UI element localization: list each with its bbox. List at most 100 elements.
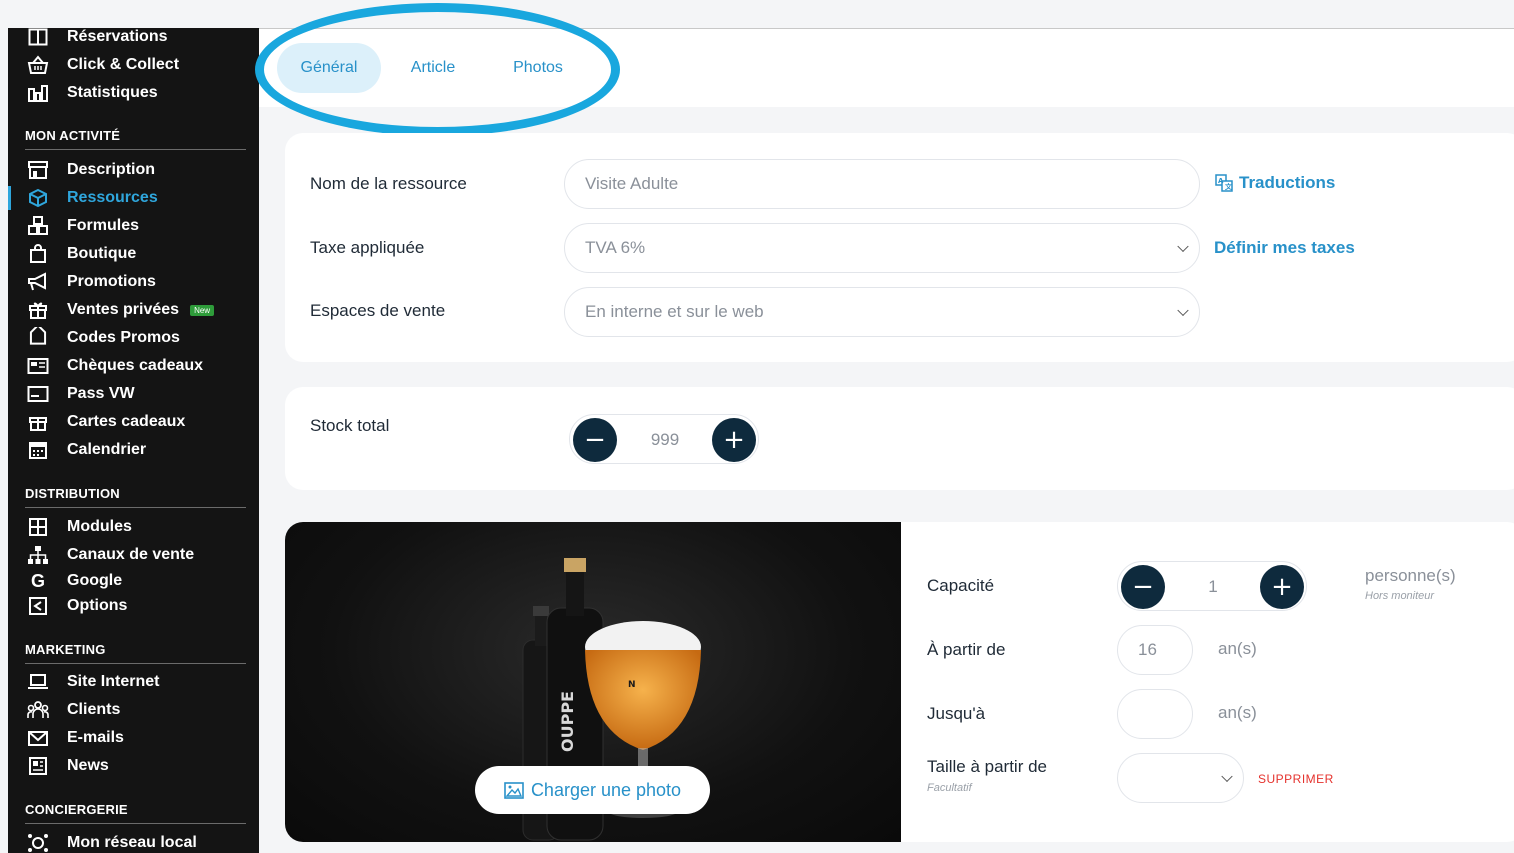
sidebar-item-label: Pass VW (67, 385, 135, 402)
age-to-label: Jusqu'à (927, 704, 986, 723)
voucher-icon (25, 355, 51, 377)
gift-card-icon (25, 411, 51, 433)
cube-icon (25, 187, 51, 209)
sidebar-item-label: Statistiques (67, 84, 158, 101)
capacity-decrement-button[interactable]: − (1121, 565, 1165, 609)
sidebar-item-label: News (67, 757, 109, 774)
tax-select-value: TVA 6% (585, 238, 646, 257)
sidebar-item-emails[interactable]: E-mails (8, 725, 124, 751)
sidebar-item-ressources[interactable]: Ressources (8, 185, 158, 211)
users-icon (25, 699, 51, 721)
sidebar-item-label: Boutique (67, 245, 137, 262)
sidebar-item-description[interactable]: Description (8, 157, 155, 183)
envelope-icon (25, 727, 51, 749)
sidebar-item-ventes-privees[interactable]: Ventes privées New (8, 297, 215, 323)
gift-icon (25, 299, 51, 321)
sidebar-item-cheques-cadeaux[interactable]: Chèques cadeaux (8, 353, 203, 379)
name-label: Nom de la ressource (310, 174, 467, 193)
sidebar-item-news[interactable]: News (8, 753, 109, 779)
newspaper-icon (25, 755, 51, 777)
section-title-marketing: MARKETING (25, 642, 246, 664)
sidebar-item-click-collect[interactable]: Click & Collect (8, 52, 179, 78)
storefront-icon (25, 159, 51, 181)
tax-select[interactable]: TVA 6% (564, 223, 1200, 273)
grid-icon (25, 516, 51, 538)
translations-link-label: Traductions (1239, 173, 1336, 192)
sidebar-item-modules[interactable]: Modules (8, 514, 132, 540)
sidebar-item-label: Réservations (67, 28, 168, 45)
pass-card-icon (25, 383, 51, 405)
sidebar-item-google[interactable]: G Google (8, 568, 122, 594)
sidebar-item-pass-vw[interactable]: Pass VW (8, 381, 135, 407)
bottle-label: OUPPE (558, 691, 577, 752)
new-badge: New (190, 304, 215, 316)
sidebar-item-options[interactable]: Options (8, 593, 127, 619)
sidebar-item-label: Click & Collect (67, 56, 180, 73)
stock-card (285, 387, 1514, 490)
stock-decrement-button[interactable]: − (573, 418, 617, 462)
sidebar-item-promotions[interactable]: Promotions (8, 269, 156, 295)
sales-spaces-select[interactable]: En interne et sur le web (564, 287, 1200, 337)
sidebar-item-label: Chèques cadeaux (67, 357, 204, 374)
sidebar: Réservations Click & Collect Statistique… (8, 28, 259, 853)
sidebar-item-mon-reseau-local[interactable]: Mon réseau local (8, 830, 197, 853)
calendar-icon (25, 439, 51, 461)
shopping-bag-icon (25, 243, 51, 265)
capacity-unit: personne(s) (1365, 566, 1456, 585)
age-from-unit: an(s) (1218, 639, 1257, 658)
sidebar-item-statistiques[interactable]: Statistiques (8, 80, 158, 106)
define-taxes-link[interactable]: Définir mes taxes (1214, 238, 1355, 258)
sidebar-item-label: Clients (67, 701, 121, 718)
sidebar-item-label: Ventes privées (67, 301, 180, 318)
sidebar-item-site-internet[interactable]: Site Internet (8, 669, 159, 695)
options-icon (25, 595, 51, 617)
svg-text:文: 文 (1225, 182, 1233, 191)
stock-increment-button[interactable]: + (712, 418, 756, 462)
chevron-down-icon (1177, 304, 1189, 317)
capacity-value[interactable]: 1 (1168, 562, 1258, 612)
laptop-icon (25, 671, 51, 693)
capacity-hint: Hors moniteur (1365, 590, 1435, 602)
sidebar-item-label: Options (67, 597, 128, 614)
sidebar-item-label: Site Internet (67, 673, 160, 690)
sidebar-item-label: E-mails (67, 729, 124, 746)
stock-value[interactable]: 999 (620, 415, 710, 465)
chevron-down-icon (1221, 770, 1233, 783)
sidebar-item-boutique[interactable]: Boutique (8, 241, 136, 267)
sidebar-item-label: Google (67, 572, 123, 589)
sidebar-item-cartes-cadeaux[interactable]: Cartes cadeaux (8, 409, 185, 435)
height-from-select[interactable] (1117, 753, 1244, 803)
resource-name-input[interactable]: Visite Adulte (564, 159, 1200, 209)
sales-spaces-label: Espaces de vente (310, 301, 446, 320)
megaphone-icon (25, 271, 51, 293)
age-from-value: 16 (1138, 640, 1157, 659)
sitemap-icon (25, 544, 51, 566)
sidebar-item-canaux-de-vente[interactable]: Canaux de vente (8, 542, 194, 568)
basket-icon (25, 54, 51, 76)
delete-height-button[interactable]: SUPPRIMER (1258, 772, 1334, 786)
sidebar-item-calendrier[interactable]: Calendrier (8, 437, 146, 463)
sidebar-item-clients[interactable]: Clients (8, 697, 120, 723)
section-title-conciergerie: CONCIERGERIE (25, 802, 246, 824)
age-from-input[interactable]: 16 (1117, 625, 1193, 675)
chevron-down-icon (1177, 240, 1189, 253)
highlight-annotation (255, 3, 620, 136)
height-from-hint: Facultatif (927, 782, 972, 794)
translations-link[interactable]: A文 Traductions (1215, 173, 1335, 193)
svg-text:N: N (628, 680, 636, 690)
sidebar-item-codes-promos[interactable]: Codes Promos (8, 325, 180, 351)
capacity-increment-button[interactable]: + (1260, 565, 1304, 609)
sales-spaces-value: En interne et sur le web (585, 302, 764, 321)
tax-label: Taxe appliquée (310, 238, 425, 257)
sidebar-item-label: Canaux de vente (67, 546, 195, 563)
height-from-label: Taille à partir de (927, 757, 1048, 776)
book-icon (25, 28, 51, 48)
upload-photo-button[interactable]: Charger une photo (475, 766, 710, 814)
sidebar-item-formules[interactable]: Formules (8, 213, 139, 239)
network-icon (25, 832, 51, 853)
sidebar-item-reservations[interactable]: Réservations (8, 28, 168, 50)
age-to-input[interactable] (1117, 689, 1193, 739)
svg-text:A: A (1218, 177, 1224, 185)
age-from-label: À partir de (927, 640, 1006, 659)
image-icon (504, 781, 524, 799)
